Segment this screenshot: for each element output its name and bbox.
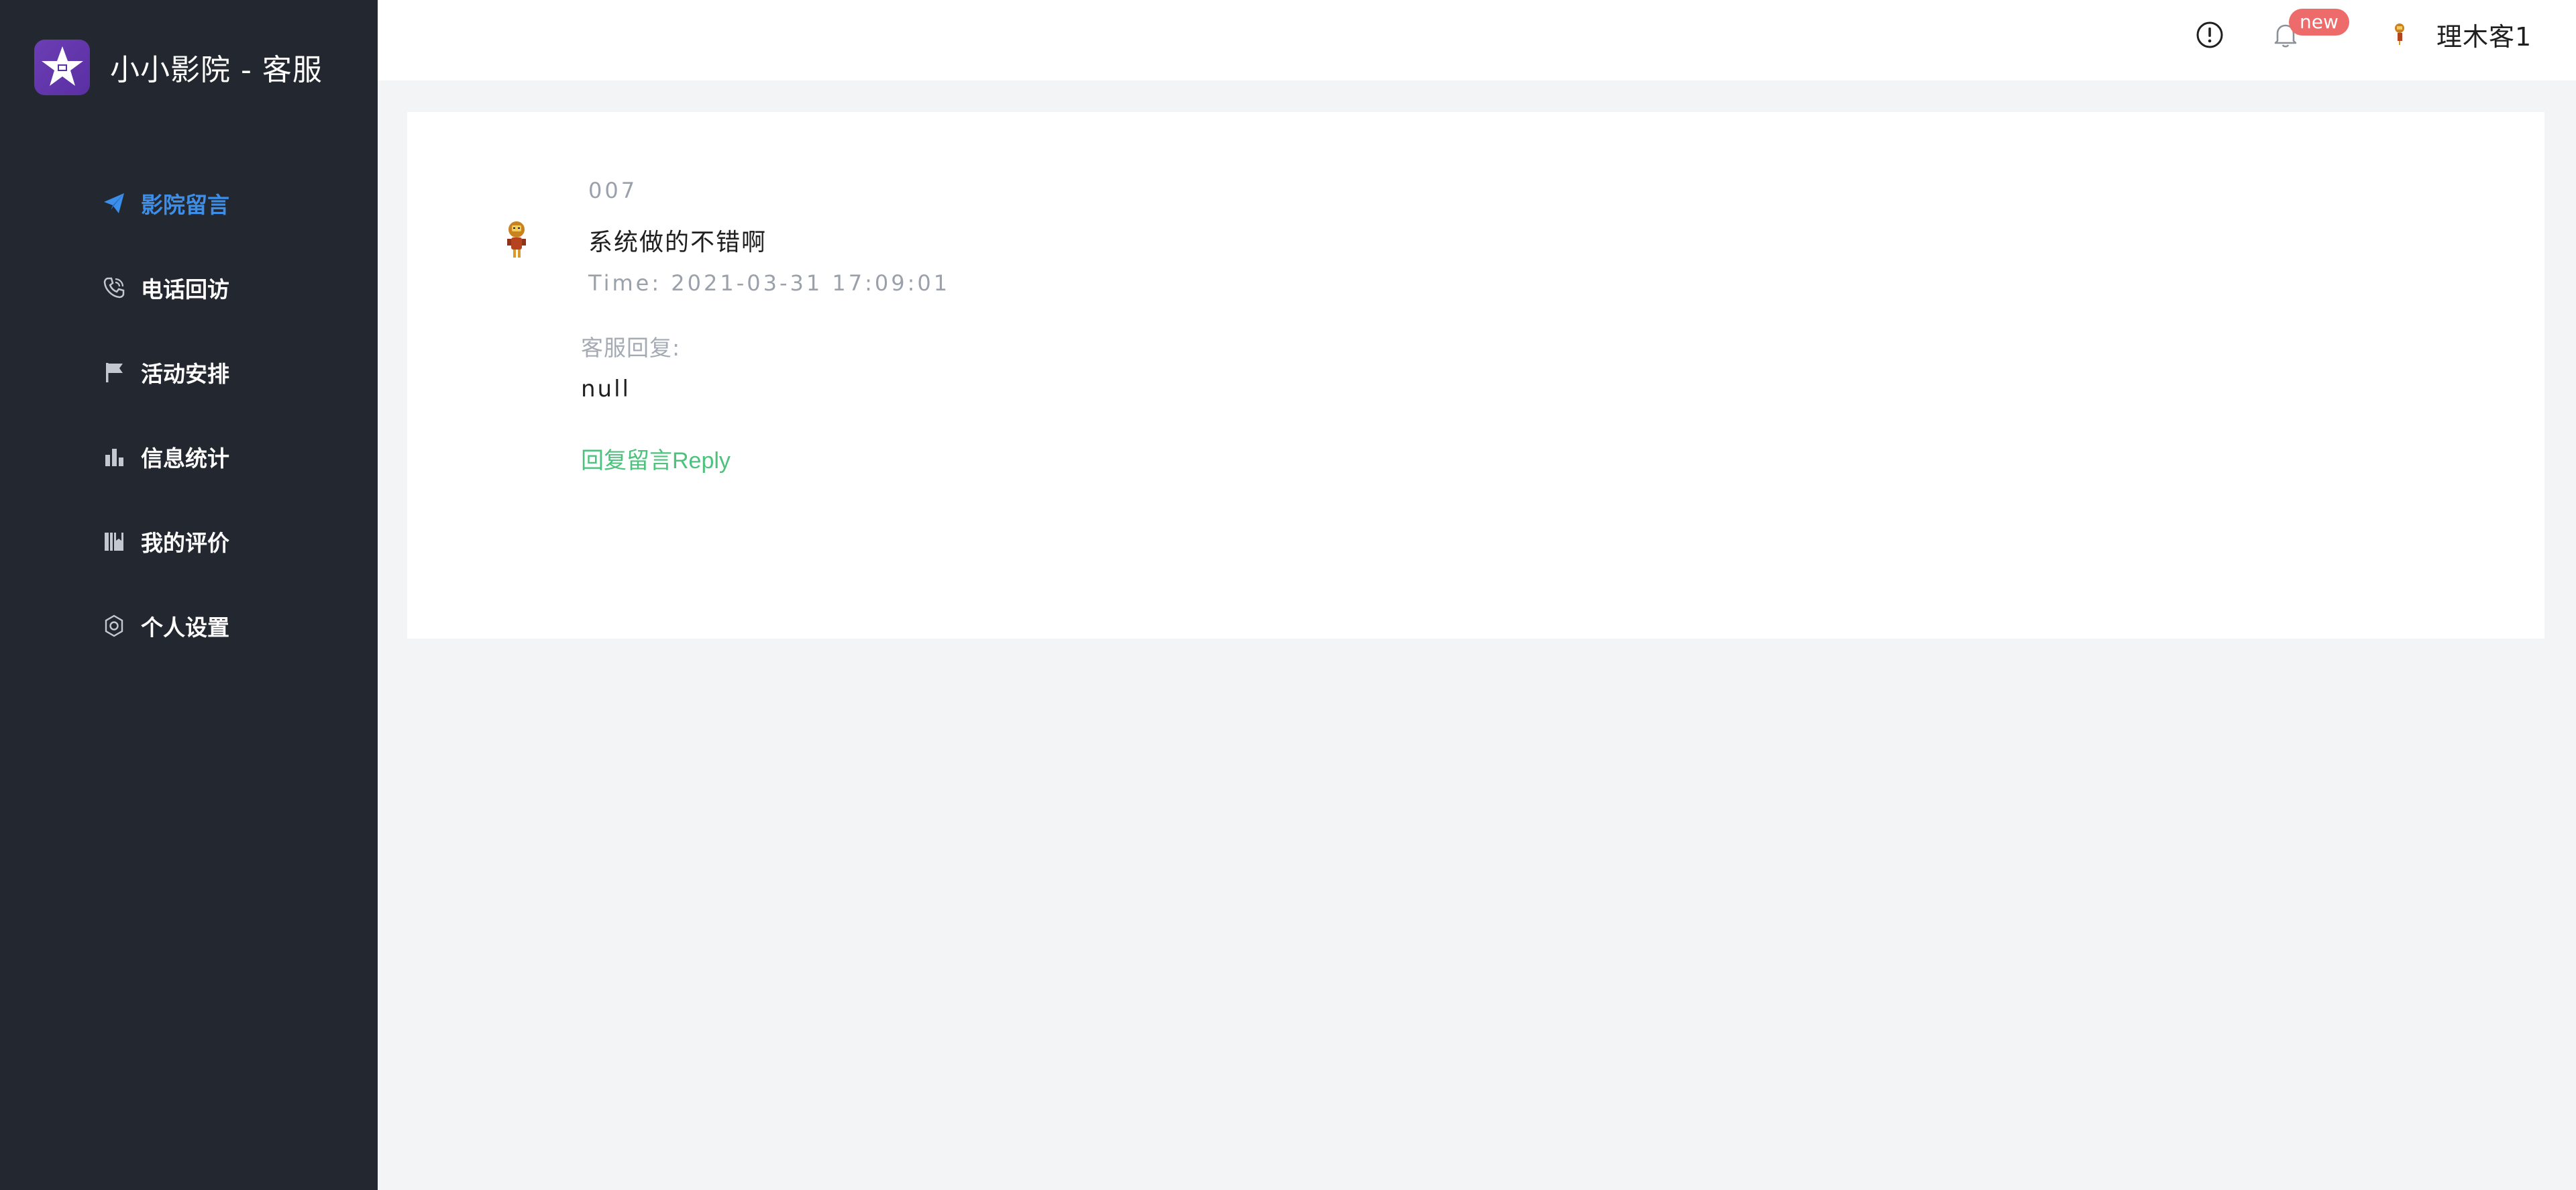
- reply-button[interactable]: 回复留言Reply: [581, 442, 731, 475]
- paper-plane-icon: [101, 190, 127, 217]
- sidebar: 小小影院 - 客服 影院留言 电话回访 活动安排 信息统计 我的评价 个人设置: [0, 0, 378, 1190]
- phone-icon: [101, 274, 127, 301]
- gear-icon: [101, 612, 127, 639]
- sidebar-nav: 影院留言 电话回访 活动安排 信息统计 我的评价 个人设置: [101, 161, 229, 668]
- sidebar-item-settings[interactable]: 个人设置: [101, 584, 229, 668]
- brand[interactable]: 小小影院 - 客服: [34, 38, 323, 97]
- info-circle-icon[interactable]: [2195, 20, 2224, 50]
- notification-badge: new: [2289, 9, 2349, 36]
- reply-content: null: [581, 376, 631, 402]
- message-card: 007 系统做的不错啊 Time: 2021-03-31 17:09:01 客服…: [407, 112, 2544, 639]
- sidebar-item-activities[interactable]: 活动安排: [101, 330, 229, 415]
- avatar[interactable]: [2392, 21, 2410, 47]
- message-author: 007: [588, 178, 638, 203]
- username[interactable]: 理木客1: [2436, 16, 2532, 53]
- message-content: 系统做的不错啊: [588, 229, 767, 256]
- reply-label: 客服回复:: [581, 335, 681, 361]
- avatar: [502, 219, 534, 262]
- sidebar-item-phone[interactable]: 电话回访: [101, 246, 229, 330]
- top-header: [378, 0, 2576, 80]
- star-logo-icon: [34, 39, 90, 95]
- sidebar-item-messages[interactable]: 影院留言: [101, 161, 229, 246]
- sidebar-item-label: 个人设置: [141, 614, 229, 641]
- flag-icon: [101, 359, 127, 386]
- sidebar-item-label: 活动安排: [141, 361, 229, 387]
- bar-chart-icon: [101, 443, 127, 470]
- book-icon: [101, 528, 127, 555]
- sidebar-item-statistics[interactable]: 信息统计: [101, 415, 229, 499]
- sidebar-item-reviews[interactable]: 我的评价: [101, 499, 229, 584]
- sidebar-item-label: 电话回访: [141, 276, 229, 303]
- message-time: Time: 2021-03-31 17:09:01: [588, 270, 951, 296]
- app-title: 小小影院 - 客服: [110, 53, 323, 87]
- sidebar-item-label: 信息统计: [141, 445, 229, 472]
- sidebar-item-label: 我的评价: [141, 530, 229, 556]
- sidebar-item-label: 影院留言: [141, 192, 229, 218]
